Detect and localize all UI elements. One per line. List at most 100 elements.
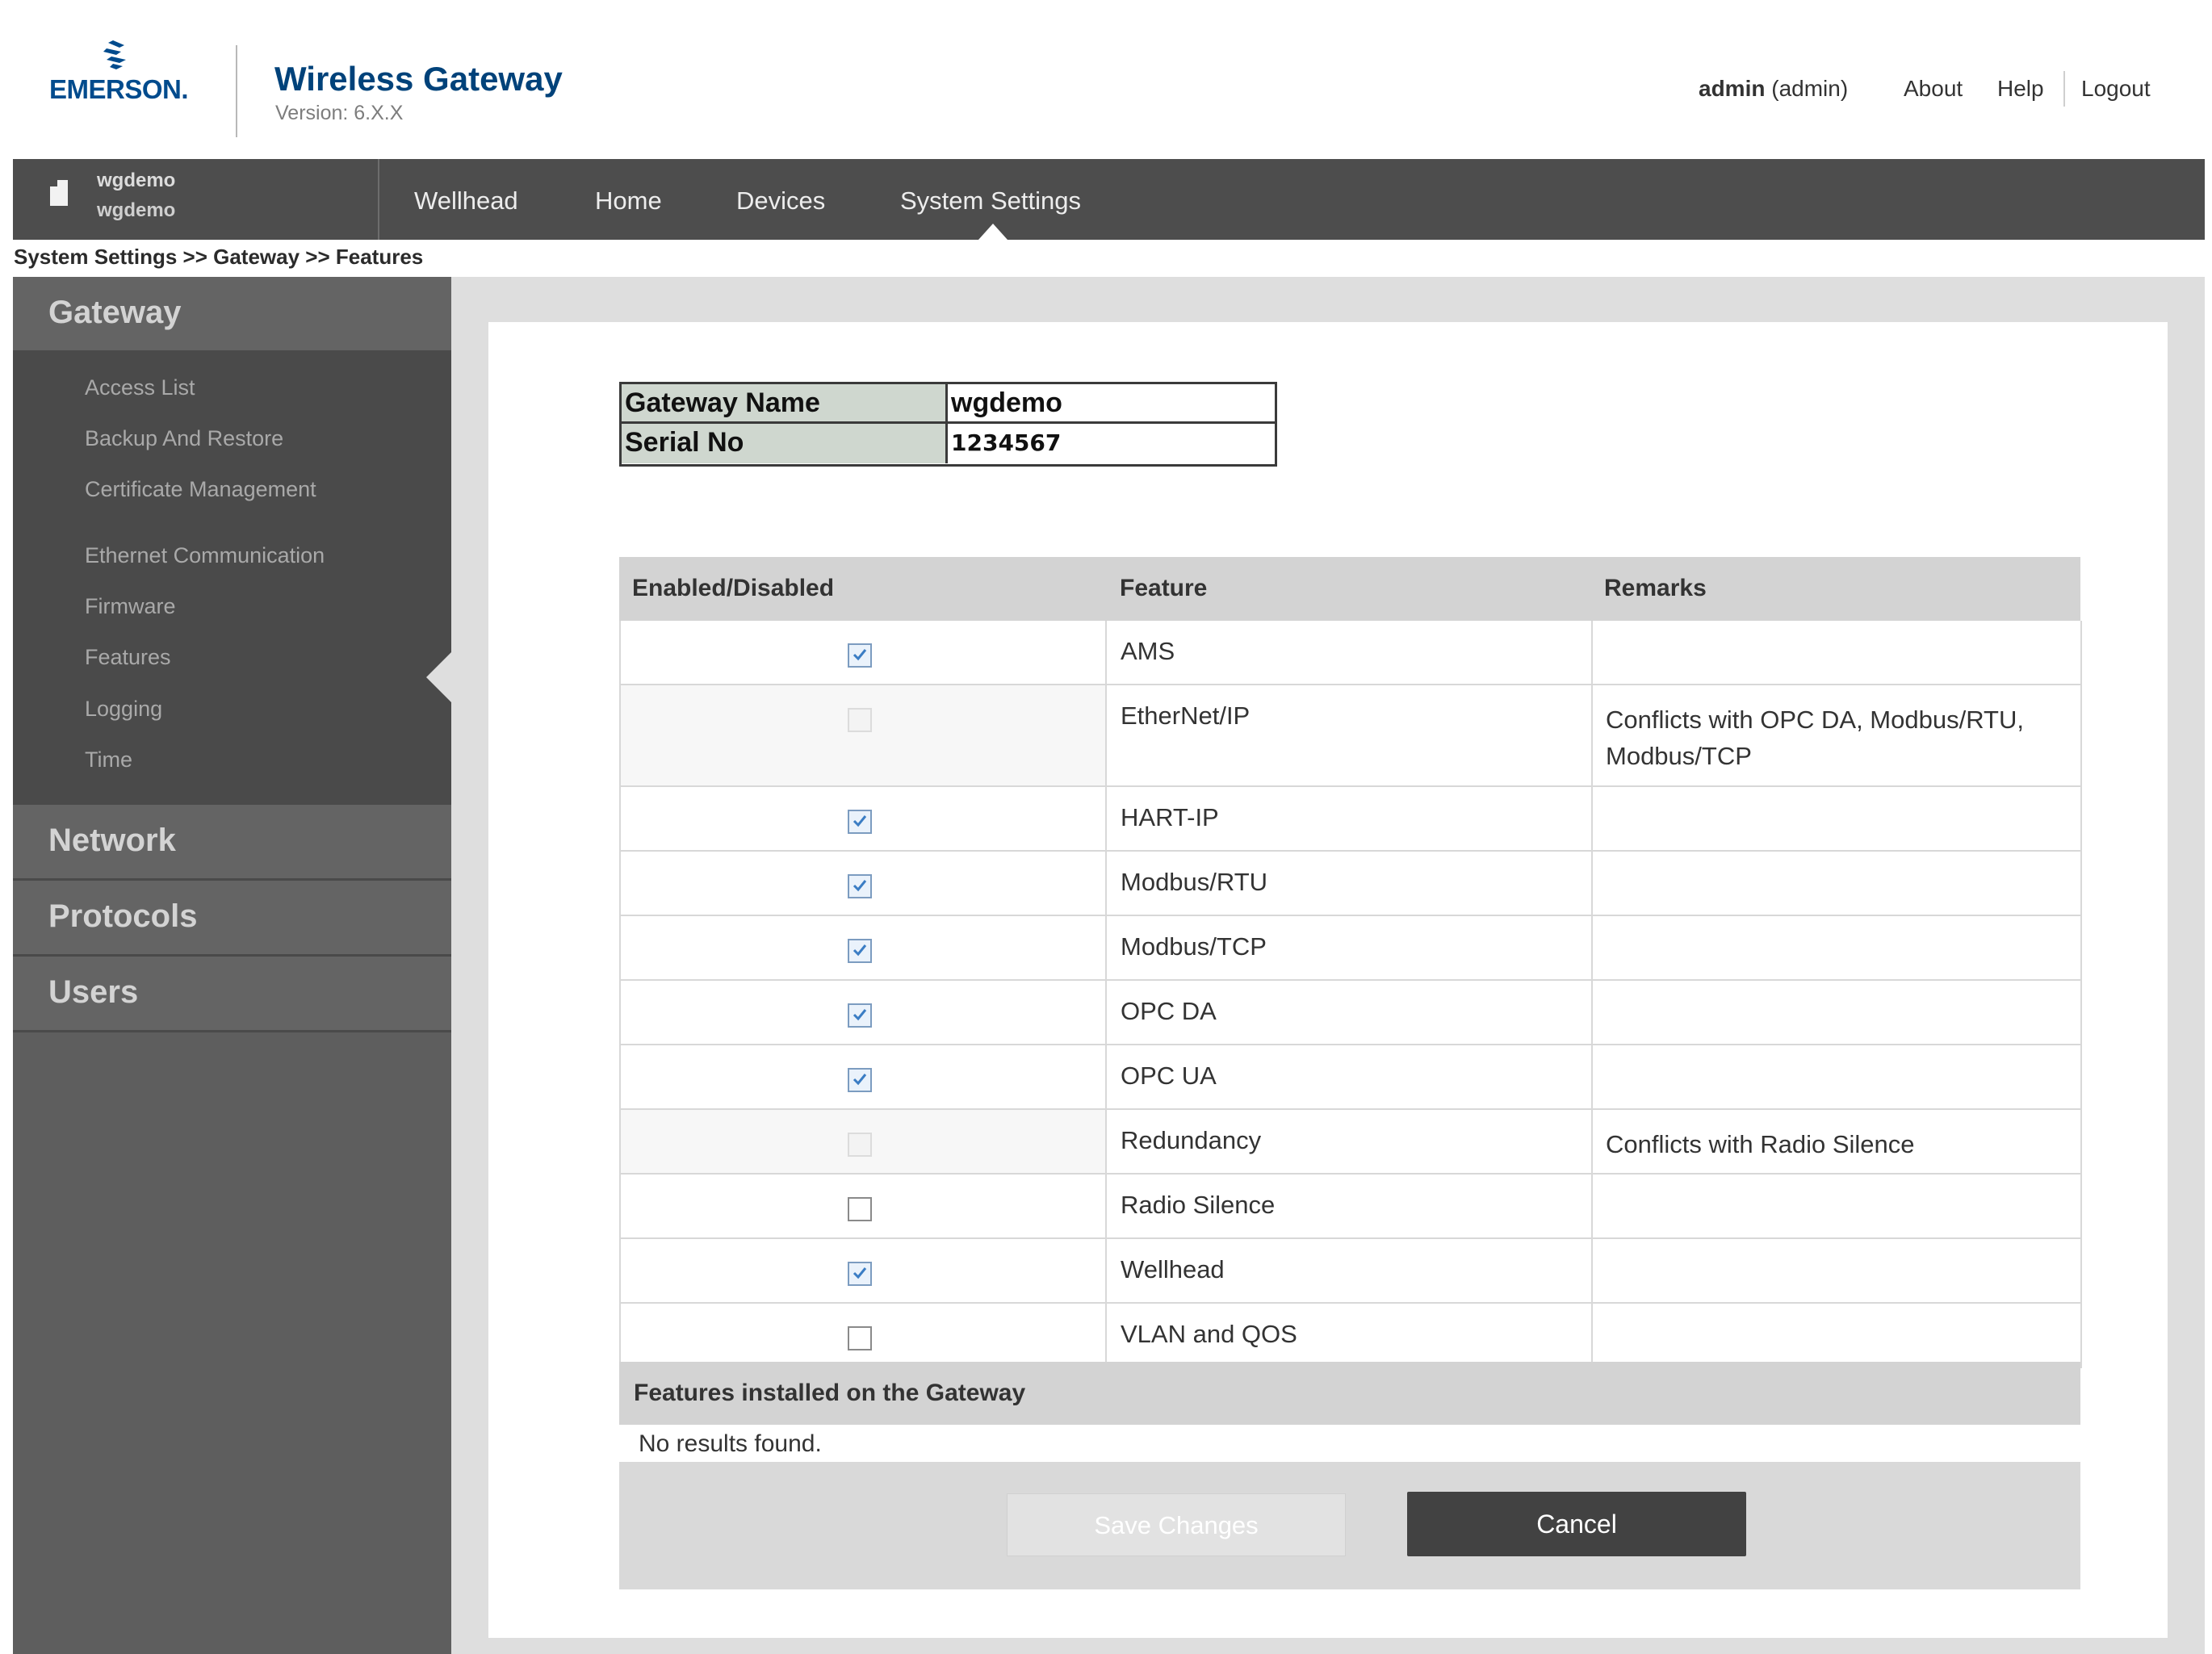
feature-cell: Redundancy	[1107, 1110, 1593, 1173]
checkmark-icon	[853, 815, 867, 827]
remarks-cell	[1593, 1045, 2080, 1108]
feature-cell: Radio Silence	[1107, 1175, 1593, 1237]
feature-cell: OPC UA	[1107, 1045, 1593, 1108]
user-indicator: admin (admin)	[1699, 76, 1848, 102]
user-role: (admin)	[1771, 76, 1849, 101]
user-name: admin	[1699, 76, 1766, 101]
help-link[interactable]: Help	[1997, 76, 2044, 102]
sidebar-item-time[interactable]: Time	[85, 747, 132, 773]
about-link[interactable]: About	[1904, 76, 1963, 102]
serial-no-value: 1234567	[948, 424, 1275, 463]
feature-checkbox[interactable]	[848, 1003, 872, 1028]
table-row: OPC DA	[619, 981, 2082, 1045]
save-changes-button[interactable]: Save Changes	[1007, 1493, 1346, 1556]
gateway-name-value: wgdemo	[948, 384, 1275, 424]
feature-cell: HART-IP	[1107, 787, 1593, 850]
feature-cell: Modbus/RTU	[1107, 852, 1593, 915]
enabled-cell	[621, 1239, 1107, 1302]
column-header-enabled: Enabled/Disabled	[632, 575, 835, 601]
feature-name: Radio Silence	[1121, 1191, 1276, 1219]
enabled-cell	[621, 1304, 1107, 1367]
header-divider	[236, 45, 237, 137]
sidebar-item-backup-and-restore[interactable]: Backup And Restore	[85, 426, 283, 451]
remarks-cell	[1593, 1239, 2080, 1302]
logout-link[interactable]: Logout	[2081, 76, 2151, 102]
feature-checkbox[interactable]	[848, 1068, 872, 1092]
app-title: Wireless Gateway	[274, 60, 563, 98]
sidebar-section-users[interactable]: Users	[13, 957, 451, 1032]
sidebar-section-label: Protocols	[48, 898, 198, 934]
feature-cell: Wellhead	[1107, 1239, 1593, 1302]
sidebar-section-network[interactable]: Network	[13, 805, 451, 881]
table-row: Modbus/RTU	[619, 852, 2082, 916]
sidebar-section-gateway[interactable]: Gateway	[13, 277, 451, 353]
site-selector[interactable]: wgdemo wgdemo	[13, 159, 379, 240]
feature-checkbox[interactable]	[848, 1197, 872, 1221]
enabled-cell	[621, 1045, 1107, 1108]
feature-remarks: Conflicts with OPC DA, Modbus/RTU, Modbu…	[1606, 706, 2024, 770]
sidebar-section-label: Network	[48, 823, 176, 858]
feature-checkbox[interactable]	[848, 643, 872, 668]
feature-cell: EtherNet/IP	[1107, 685, 1593, 785]
enabled-cell	[621, 685, 1107, 785]
button-bar: Save Changes Cancel	[619, 1462, 2080, 1589]
sidebar-item-features[interactable]: Features	[85, 645, 171, 670]
nav-system-settings[interactable]: System Settings	[900, 186, 1081, 216]
remarks-cell	[1593, 787, 2080, 850]
active-item-indicator	[426, 651, 452, 703]
feature-remarks: Conflicts with Radio Silence	[1606, 1130, 1915, 1158]
nav-devices[interactable]: Devices	[736, 186, 825, 216]
feature-name: Wellhead	[1121, 1255, 1225, 1283]
remarks-cell	[1593, 621, 2080, 684]
site-subtitle: wgdemo	[97, 199, 176, 221]
sidebar-section-protocols[interactable]: Protocols	[13, 881, 451, 957]
logo-wordmark: EMERSON.	[49, 74, 189, 104]
table-row: AMS	[619, 621, 2082, 685]
feature-name: OPC UA	[1121, 1061, 1217, 1090]
feature-checkbox[interactable]	[848, 939, 872, 963]
table-row: OPC UA	[619, 1045, 2082, 1110]
feature-checkbox[interactable]	[848, 1262, 872, 1286]
building-icon	[50, 180, 68, 206]
nav-wellhead[interactable]: Wellhead	[414, 186, 518, 216]
table-row: VLAN and QOS	[619, 1304, 2082, 1368]
checkmark-icon	[853, 649, 867, 661]
table-row: Radio Silence	[619, 1175, 2082, 1239]
site-name: wgdemo	[97, 170, 176, 191]
emerson-logo: EMERSON.	[45, 39, 199, 104]
table-row: Modbus/TCP	[619, 916, 2082, 981]
feature-name: VLAN and QOS	[1121, 1320, 1297, 1348]
feature-name: Modbus/TCP	[1121, 932, 1267, 961]
checkmark-icon	[853, 1009, 867, 1021]
feature-checkbox[interactable]	[848, 810, 872, 834]
emerson-logo-mark	[103, 40, 126, 69]
sidebar-item-certificate-management[interactable]: Certificate Management	[85, 477, 316, 502]
sidebar-item-firmware[interactable]: Firmware	[85, 594, 176, 619]
remarks-cell	[1593, 1304, 2080, 1367]
column-header-feature: Feature	[1120, 575, 1208, 601]
sidebar-item-logging[interactable]: Logging	[85, 697, 162, 722]
installed-features-header: Features installed on the Gateway	[619, 1362, 2080, 1425]
no-results-text: No results found.	[639, 1430, 822, 1457]
serial-no-label: Serial No	[622, 424, 948, 463]
enabled-cell	[621, 981, 1107, 1044]
remarks-cell	[1593, 1175, 2080, 1237]
sidebar-gateway-items: Access List Backup And Restore Certifica…	[13, 353, 452, 805]
sidebar-item-ethernet-communication[interactable]: Ethernet Communication	[85, 543, 325, 568]
cancel-button[interactable]: Cancel	[1407, 1492, 1746, 1556]
remarks-cell	[1593, 852, 2080, 915]
feature-checkbox[interactable]	[848, 874, 872, 898]
gateway-name-label: Gateway Name	[622, 384, 948, 424]
feature-checkbox[interactable]	[848, 1326, 872, 1350]
nav-home[interactable]: Home	[595, 186, 662, 216]
remarks-cell	[1593, 981, 2080, 1044]
checkmark-icon	[853, 1074, 867, 1086]
feature-cell: Modbus/TCP	[1107, 916, 1593, 979]
checkmark-icon	[853, 944, 867, 957]
remarks-cell	[1593, 916, 2080, 979]
feature-cell: OPC DA	[1107, 981, 1593, 1044]
feature-cell: VLAN and QOS	[1107, 1304, 1593, 1367]
sidebar-item-access-list[interactable]: Access List	[85, 375, 195, 400]
sidebar: Gateway Access List Backup And Restore C…	[13, 277, 452, 1654]
feature-name: EtherNet/IP	[1121, 701, 1251, 730]
